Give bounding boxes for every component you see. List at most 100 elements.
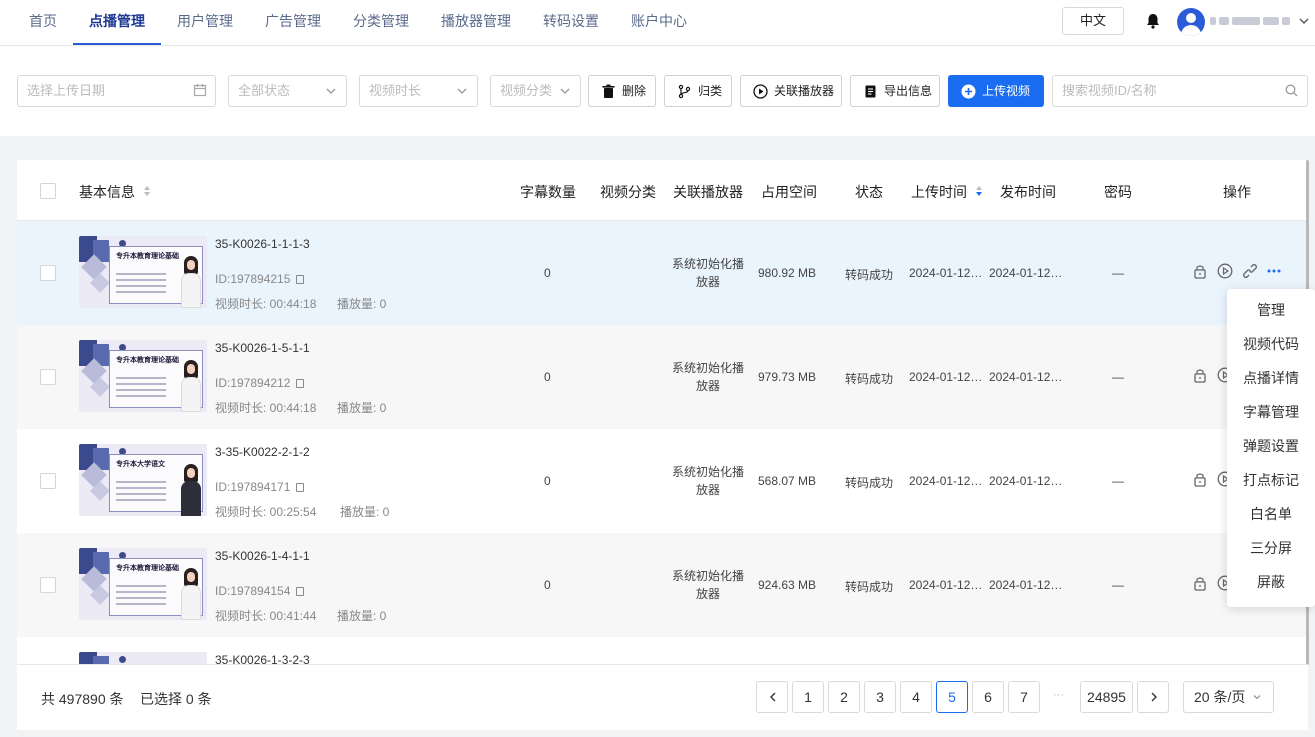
video-title[interactable]: 35-K0026-1-4-1-1 [215,549,310,563]
duration-select[interactable]: 视频时长 [359,75,478,107]
search-input[interactable]: 搜索视频ID/名称 [1052,75,1308,107]
table-row[interactable]: 专升本教育理论基础 35-K0026-1-4-1-1 ID:197894154 … [17,533,1308,637]
row-checkbox[interactable] [40,265,56,281]
upload-video-button[interactable]: 上传视频 [948,75,1044,107]
page-button-3[interactable]: 3 [864,681,896,713]
select-all-checkbox[interactable] [40,183,56,199]
menu-item-whitelist[interactable]: 白名单 [1227,497,1315,531]
menu-item-subtitle-management[interactable]: 字幕管理 [1227,395,1315,429]
table-row[interactable]: 专升本教育理论基础 35-K0026-1-1-1-3 ID:197894215 … [17,221,1308,325]
page-button-last[interactable]: 24895 [1080,681,1133,713]
lock-icon[interactable] [1192,471,1208,487]
categorize-button[interactable]: 归类 [664,75,732,107]
video-id-text: ID:197894154 [215,584,291,598]
play-circle-icon[interactable] [1217,263,1233,279]
document-icon [865,85,876,98]
copy-icon[interactable] [296,275,305,284]
chevron-down-icon [457,88,467,94]
nav-player-management[interactable]: 播放器管理 [441,0,511,46]
menu-item-block[interactable]: 屏蔽 [1227,565,1315,599]
branch-icon [678,84,691,99]
page-button-5-current[interactable]: 5 [936,681,968,713]
more-actions-menu: 管理 视频代码 点播详情 字幕管理 弹题设置 打点标记 白名单 三分屏 屏蔽 [1227,289,1315,607]
col-basic-info[interactable]: 基本信息 [79,182,135,202]
status-select[interactable]: 全部状态 [228,75,347,107]
nav-transcode-settings[interactable]: 转码设置 [543,0,599,46]
upload-date-picker[interactable]: 选择上传日期 [17,75,216,107]
chevron-down-icon [1253,695,1261,700]
sort-icon[interactable] [143,185,151,197]
nav-home[interactable]: 首页 [29,0,57,46]
page-button-1[interactable]: 1 [792,681,824,713]
table-row[interactable]: 专升本教育理论基础 35-K0026-1-5-1-1 ID:197894212 … [17,325,1308,429]
copy-icon[interactable] [296,379,305,388]
nav-vod-management[interactable]: 点播管理 [89,0,145,46]
password-value: — [1112,266,1124,280]
table-header: 基本信息 字幕数量 视频分类 关联播放器 占用空间 状态 上传时间 发布时间 密… [17,160,1308,221]
video-id: ID:197894215 [215,272,305,286]
storage-size: 980.92 MB [758,266,817,280]
row-checkbox[interactable] [40,473,56,489]
password-value: — [1112,474,1124,488]
link-icon[interactable] [1242,263,1258,279]
publish-time: 2024-01-12… [989,266,1063,280]
lock-icon[interactable] [1192,575,1208,591]
copy-icon[interactable] [296,483,305,492]
page-button-4[interactable]: 4 [900,681,932,713]
page-ellipsis[interactable]: ··· [1053,689,1064,701]
linked-player: 系统初始化播放器 [671,257,744,289]
video-id: ID:197894154 [215,584,305,598]
thumbnail-title: 专升本教育理论基础 [116,565,179,572]
video-thumbnail[interactable]: 专升本教育理论基础 [79,548,207,620]
video-title[interactable]: 3-35-K0022-2-1-2 [215,445,310,459]
lock-icon[interactable] [1192,367,1208,383]
nav-account-center[interactable]: 账户中心 [631,0,687,46]
avatar[interactable] [1177,8,1205,36]
more-icon[interactable] [1266,263,1282,279]
copy-icon[interactable] [296,587,305,596]
row-checkbox[interactable] [40,369,56,385]
menu-item-manage[interactable]: 管理 [1227,293,1315,327]
link-player-button[interactable]: 关联播放器 [740,75,842,107]
video-thumbnail[interactable]: 专升本教育理论基础 [79,236,207,308]
page-button-7[interactable]: 7 [1008,681,1040,713]
sort-desc-icon[interactable] [975,185,983,197]
storage-size: 979.73 MB [758,370,817,384]
language-switch-button[interactable]: 中文 [1062,7,1124,35]
selected-count: 已选择 0 条 [140,691,212,707]
col-upload-time[interactable]: 上传时间 [911,182,967,202]
table-row[interactable]: 专升本大学语文 3-35-K0022-2-1-2 ID:197894171 视频… [17,429,1308,533]
video-thumbnail[interactable]: 专升本大学语文 [79,444,207,516]
category-select[interactable]: 视频分类 [490,75,581,107]
next-page-button[interactable] [1137,681,1169,713]
search-icon[interactable] [1285,84,1298,97]
row-checkbox[interactable] [40,577,56,593]
nav-ad-management[interactable]: 广告管理 [265,0,321,46]
delete-button[interactable]: 删除 [588,75,656,107]
export-button[interactable]: 导出信息 [850,75,940,107]
chevron-down-icon[interactable] [1298,15,1310,27]
nav-user-management[interactable]: 用户管理 [177,0,233,46]
menu-item-three-split-screen[interactable]: 三分屏 [1227,531,1315,565]
chevron-down-icon [560,88,570,94]
status-text: 转码成功 [845,580,894,594]
col-linked-player: 关联播放器 [673,184,743,200]
linked-player: 系统初始化播放器 [671,465,744,497]
menu-item-markers[interactable]: 打点标记 [1227,463,1315,497]
video-thumbnail[interactable]: 专升本教育理论基础 [79,340,207,412]
lock-icon[interactable] [1192,263,1208,279]
upload-time: 2024-01-12… [909,370,983,384]
bell-icon[interactable] [1146,13,1160,29]
video-title[interactable]: 35-K0026-1-5-1-1 [215,341,310,355]
nav-category-management[interactable]: 分类管理 [353,0,409,46]
username-redacted[interactable] [1210,13,1294,29]
prev-page-button[interactable] [756,681,788,713]
menu-item-quiz-settings[interactable]: 弹题设置 [1227,429,1315,463]
page-button-2[interactable]: 2 [828,681,860,713]
menu-item-video-code[interactable]: 视频代码 [1227,327,1315,361]
page-size-select[interactable]: 20 条/页 [1183,681,1274,713]
menu-item-vod-details[interactable]: 点播详情 [1227,361,1315,395]
video-title[interactable]: 35-K0026-1-1-1-3 [215,237,310,251]
video-duration: 视频时长: 00:44:18 [215,297,317,311]
page-button-6[interactable]: 6 [972,681,1004,713]
